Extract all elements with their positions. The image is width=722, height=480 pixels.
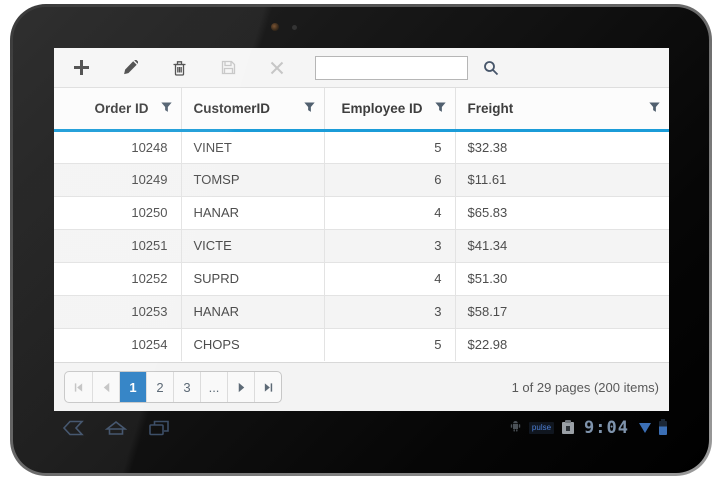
front-camera (271, 23, 279, 31)
column-label: CustomerID (193, 100, 271, 116)
cell-customer-id: SUPRD (180, 261, 324, 295)
cell-freight: $11.61 (454, 162, 669, 196)
cell-order-id: 10252 (54, 261, 181, 295)
table-row[interactable]: 10251 VICTE 3 $41.34 (54, 228, 669, 262)
pager-last-button[interactable] (254, 372, 281, 402)
filter-icon[interactable] (434, 101, 446, 116)
cell-customer-id: HANAR (180, 195, 324, 229)
android-system-bar: pulse 9:04 (54, 413, 669, 443)
table-row[interactable]: 10248 VINET 5 $32.38 (54, 130, 669, 163)
back-button[interactable] (62, 420, 84, 436)
table-row[interactable]: 10252 SUPRD 4 $51.30 (54, 261, 669, 295)
column-header-customer-id[interactable]: CustomerID (180, 88, 324, 132)
pager-page-1[interactable]: 1 (119, 372, 146, 402)
table-row[interactable]: 10249 TOMSP 6 $11.61 (54, 162, 669, 196)
system-clock[interactable]: 9:04 (584, 418, 629, 438)
recent-apps-icon (149, 420, 169, 436)
home-button[interactable] (105, 420, 127, 436)
column-label: Freight (467, 100, 514, 116)
grid-header: Order ID CustomerID Employee ID Freight (54, 88, 669, 132)
seek-last-icon (264, 382, 272, 392)
navigation-buttons (54, 420, 170, 436)
cell-employee-id: 5 (323, 130, 455, 163)
delete-record-button[interactable] (164, 54, 194, 82)
cell-customer-id: CHOPS (180, 327, 324, 361)
cell-customer-id: HANAR (180, 294, 324, 328)
filter-icon[interactable] (649, 101, 660, 116)
cell-customer-id: VICTE (180, 228, 324, 262)
table-row[interactable]: 10250 HANAR 4 $65.83 (54, 195, 669, 229)
tablet-bezel: Order ID CustomerID Employee ID Freight … (13, 7, 709, 473)
edit-record-button[interactable] (115, 54, 145, 82)
cell-freight: $41.34 (454, 228, 669, 262)
back-icon (62, 420, 84, 436)
cell-order-id: 10254 (54, 327, 181, 361)
grid-toolbar (54, 48, 669, 88)
cell-order-id: 10251 (54, 228, 181, 262)
clipboard-notification-icon (562, 420, 575, 434)
cell-order-id: 10249 (54, 162, 181, 196)
battery-icon (659, 419, 667, 435)
pager-more-pages-button[interactable]: ... (200, 372, 227, 402)
filter-icon[interactable] (160, 101, 172, 116)
recent-apps-button[interactable] (148, 420, 170, 436)
cell-order-id: 10250 (54, 195, 181, 229)
save-icon (221, 60, 235, 75)
search-input[interactable] (315, 55, 468, 80)
home-icon (105, 420, 127, 435)
screenshot-canvas: Order ID CustomerID Employee ID Freight … (0, 0, 722, 480)
search-icon (484, 60, 499, 75)
column-header-order-id[interactable]: Order ID (54, 88, 181, 132)
save-changes-button[interactable] (213, 54, 243, 82)
pager-buttons: 1 2 3 ... (64, 371, 282, 403)
status-icons: pulse 9:04 (510, 418, 669, 438)
cancel-changes-button[interactable] (262, 54, 292, 82)
pager-first-button[interactable] (65, 372, 92, 402)
pager-page-2[interactable]: 2 (146, 372, 173, 402)
cell-freight: $22.98 (454, 327, 669, 361)
table-row[interactable]: 10253 HANAR 3 $58.17 (54, 294, 669, 328)
arrow-left-icon (103, 382, 109, 392)
cell-freight: $58.17 (454, 294, 669, 328)
cell-freight: $32.38 (454, 130, 669, 163)
search-button[interactable] (476, 54, 506, 82)
cell-employee-id: 3 (323, 228, 455, 262)
cell-employee-id: 4 (323, 195, 455, 229)
arrow-right-icon (238, 382, 244, 392)
light-sensor (292, 25, 297, 30)
tablet-outer-ring: Order ID CustomerID Employee ID Freight … (10, 4, 712, 476)
close-icon (270, 61, 284, 74)
cell-employee-id: 4 (323, 261, 455, 295)
trash-icon (173, 60, 185, 76)
android-notification-icon (510, 419, 521, 437)
cell-customer-id: VINET (180, 130, 324, 163)
table-row[interactable]: 10254 CHOPS 5 $22.98 (54, 327, 669, 361)
seek-first-icon (74, 382, 83, 392)
app-screen: Order ID CustomerID Employee ID Freight … (54, 48, 669, 411)
pager-bar: 1 2 3 ... 1 of 29 pages (200 items) (54, 362, 669, 411)
add-record-button[interactable] (66, 54, 96, 82)
pager-prev-button[interactable] (92, 372, 119, 402)
cell-order-id: 10253 (54, 294, 181, 328)
signal-icon (639, 423, 651, 433)
pager-next-button[interactable] (227, 372, 254, 402)
cell-customer-id: TOMSP (180, 162, 324, 196)
pulse-notification-icon: pulse (528, 422, 555, 434)
cell-employee-id: 6 (323, 162, 455, 196)
plus-icon (73, 60, 89, 75)
pencil-icon (124, 59, 138, 74)
column-header-freight[interactable]: Freight (454, 88, 669, 132)
cell-freight: $65.83 (454, 195, 669, 229)
filter-icon[interactable] (303, 101, 315, 116)
cell-order-id: 10248 (131, 139, 168, 155)
orders-grid: Order ID CustomerID Employee ID Freight … (54, 88, 669, 361)
pager-info-text: 1 of 29 pages (200 items) (511, 379, 659, 395)
cell-freight: $51.30 (454, 261, 669, 295)
cell-employee-id: 3 (323, 294, 455, 328)
pager-page-3[interactable]: 3 (173, 372, 200, 402)
cell-employee-id: 5 (323, 327, 455, 361)
column-header-employee-id[interactable]: Employee ID (323, 88, 455, 132)
